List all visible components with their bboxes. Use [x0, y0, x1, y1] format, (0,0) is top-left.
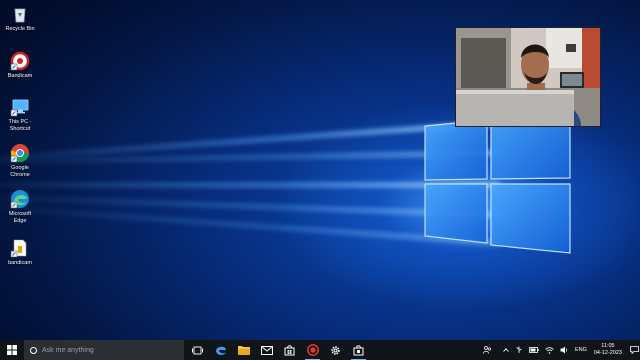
taskbar-edge-button[interactable]: [209, 340, 232, 360]
mail-icon: [260, 345, 273, 355]
bandicam-folder-icon: [10, 239, 27, 258]
wifi-icon: [545, 346, 554, 354]
taskbar-bandicam-button[interactable]: [301, 340, 324, 360]
desktop-icon-label: Bandicam: [7, 73, 33, 79]
network-button[interactable]: [545, 346, 554, 354]
webcam-video-frame: [456, 28, 600, 126]
webcam-overlay: [455, 27, 601, 127]
taskbar-store-button[interactable]: [278, 340, 301, 360]
chevron-up-icon: [503, 348, 509, 352]
desktop-icon-label: Microsoft Edge: [8, 211, 32, 224]
desktop-icon-label: bandicam: [8, 260, 32, 266]
bandicam-record-icon: [306, 344, 319, 356]
recycle-bin-icon: [14, 8, 26, 23]
system-tray: ENG 11:05 04-12-2023: [480, 340, 640, 360]
notification-icon: [629, 346, 639, 354]
desktop-icon-bandicam[interactable]: Bandicam: [2, 51, 38, 80]
cortana-icon: [30, 346, 37, 354]
desktop-icon-microsoft-edge[interactable]: Microsoft Edge: [2, 189, 38, 224]
clock-date: 04-12-2023: [593, 350, 622, 356]
clock-time: 11:05: [601, 343, 615, 349]
show-hidden-icons-button[interactable]: [503, 348, 509, 352]
people-icon: [483, 346, 491, 354]
store-bag-icon: [353, 344, 364, 355]
task-view-icon: [192, 346, 203, 354]
taskbar-store-bag-button[interactable]: [347, 340, 370, 360]
taskbar-settings-button[interactable]: [324, 340, 347, 360]
clock[interactable]: 11:05 04-12-2023: [594, 343, 622, 357]
taskbar-mail-button[interactable]: [255, 340, 278, 360]
language-indicator[interactable]: ENG: [575, 347, 587, 353]
this-pc-icon: [10, 99, 29, 117]
usb-icon: [516, 346, 522, 353]
desktop-icon-label: Google Chrome: [10, 165, 30, 178]
taskbar-search-box[interactable]: Ask me anything: [24, 340, 184, 360]
desktop-icon-this-pc[interactable]: This PC - Shortcut: [2, 97, 38, 132]
desktop-icon-google-chrome[interactable]: Google Chrome: [2, 143, 38, 178]
chrome-icon: [10, 144, 30, 163]
speaker-icon: [560, 346, 568, 354]
battery-icon: [529, 347, 539, 353]
people-button[interactable]: [483, 346, 492, 354]
desktop-icon-bandicam-folder[interactable]: bandicam: [2, 238, 38, 267]
usb-tray-button[interactable]: [515, 346, 523, 354]
taskbar-file-explorer-button[interactable]: [232, 340, 255, 360]
start-button[interactable]: [0, 340, 24, 360]
search-placeholder: Ask me anything: [42, 346, 94, 354]
file-explorer-icon: [237, 346, 250, 355]
edge-icon: [215, 346, 226, 355]
volume-button[interactable]: [560, 346, 569, 354]
bandicam-icon: [10, 51, 30, 71]
battery-button[interactable]: [529, 347, 539, 353]
task-view-button[interactable]: [186, 340, 209, 360]
settings-icon: [331, 345, 340, 355]
desktop-icon-label: This PC - Shortcut: [8, 119, 32, 132]
edge-icon: [10, 190, 29, 209]
action-center-button[interactable]: [628, 340, 640, 360]
windows-logo-icon: [7, 345, 17, 355]
desktop-icon-label: Recycle Bin: [5, 26, 35, 32]
desktop-icon-recycle-bin[interactable]: Recycle Bin: [2, 4, 38, 33]
taskbar: Ask me anything ENG 11:05 04-12-2023: [0, 340, 640, 360]
store-icon: [284, 344, 295, 355]
